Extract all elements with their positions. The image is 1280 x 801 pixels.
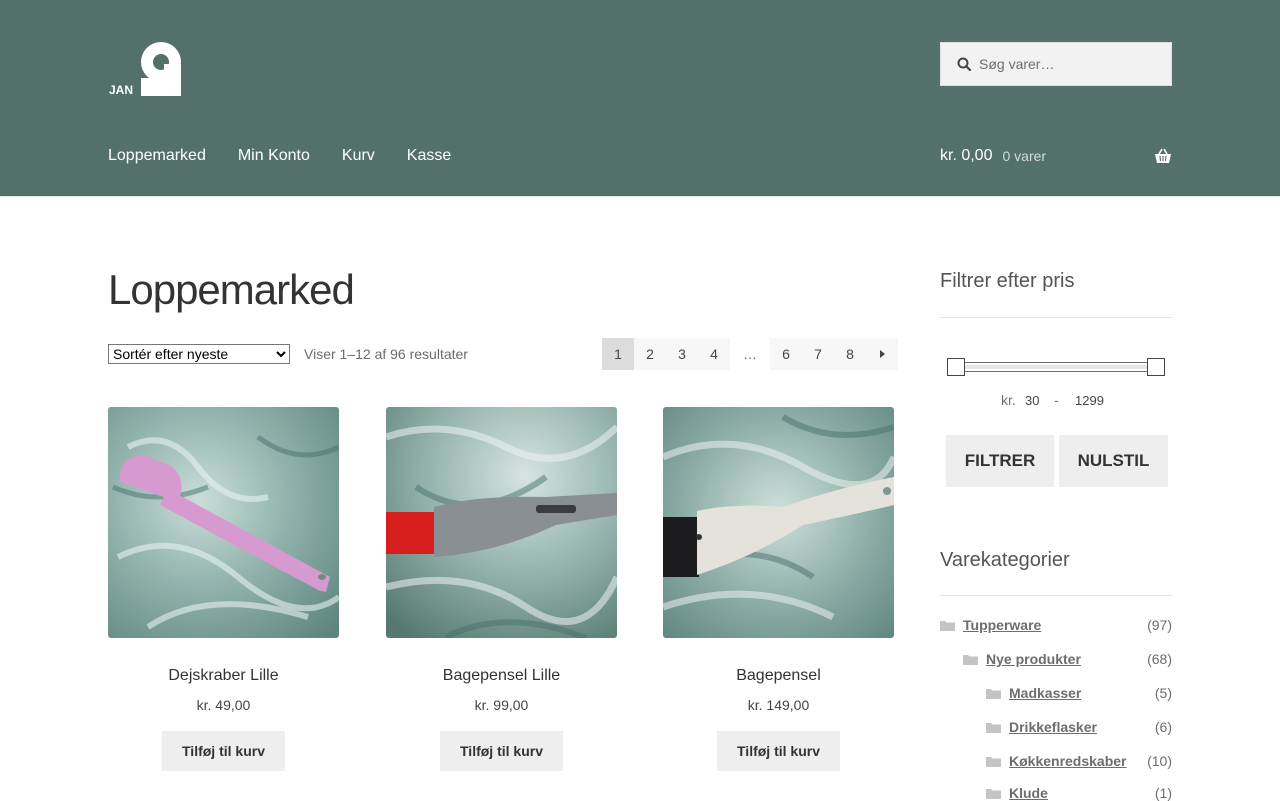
category-link-drikkeflasker[interactable]: Drikkeflasker [1009, 719, 1097, 735]
page-2[interactable]: 2 [634, 338, 666, 370]
category-count: (97) [1147, 617, 1172, 633]
result-count: Viser 1–12 af 96 resultater [304, 346, 468, 362]
product-card: Bagepensel Lille kr. 99,00 Tilføj til ku… [384, 407, 621, 771]
page-4[interactable]: 4 [698, 338, 730, 370]
product-price: kr. 149,00 [747, 697, 810, 713]
product-image-link[interactable] [661, 407, 898, 642]
category-link-madkasser[interactable]: Madkasser [1009, 685, 1081, 701]
category-link-koekkenredskaber[interactable]: Køkkenredskaber [1009, 753, 1127, 769]
product-image [108, 407, 341, 638]
category-item: Drikkeflasker (6) [986, 719, 1172, 735]
page-1: 1 [602, 338, 634, 370]
price-slider-min-handle[interactable] [947, 358, 965, 376]
page-3[interactable]: 3 [666, 338, 698, 370]
category-count: (6) [1154, 719, 1172, 735]
add-to-cart-button[interactable]: Tilføj til kurv [162, 731, 285, 771]
sort-select[interactable]: Sortér efter nyeste [108, 344, 290, 364]
folder-icon [963, 654, 978, 665]
product-title[interactable]: Dejskraber Lille [108, 667, 339, 685]
product-card: Bagepensel kr. 149,00 Tilføj til kurv [661, 407, 898, 771]
page-ellipsis: … [730, 338, 770, 370]
price-separator: - [1054, 392, 1059, 408]
basket-icon [1155, 148, 1171, 163]
category-item: Tupperware (97) [940, 617, 1172, 633]
category-count: (5) [1154, 685, 1172, 701]
price-slider-range [956, 365, 1156, 369]
widget-divider [940, 317, 1172, 318]
category-link-nye-produkter[interactable]: Nye produkter [986, 651, 1081, 667]
category-count: (1) [1154, 785, 1172, 801]
add-to-cart-button[interactable]: Tilføj til kurv [440, 731, 563, 771]
search-icon [957, 57, 971, 71]
product-price: kr. 99,00 [474, 697, 529, 713]
nav-item-kurv[interactable]: Kurv [342, 146, 375, 166]
product-title[interactable]: Bagepensel [663, 667, 894, 685]
search-input[interactable] [979, 56, 1159, 72]
arrow-right-icon [879, 350, 885, 358]
price-slider-max-handle[interactable] [1147, 358, 1165, 376]
pagination: 1 2 3 4 … 6 7 8 [602, 338, 898, 370]
folder-icon [986, 722, 1001, 733]
primary-nav: Loppemarked Min Konto Kurv Kasse [108, 146, 483, 166]
site-logo[interactable]: JAN [108, 40, 186, 98]
price-filter-title: Filtrer efter pris [940, 270, 1075, 292]
cart-count: 0 varer [1002, 148, 1047, 164]
category-item: Madkasser (5) [986, 685, 1172, 701]
price-slider-track[interactable] [955, 362, 1157, 372]
product-image [661, 407, 898, 638]
category-link-tupperware[interactable]: Tupperware [963, 617, 1041, 633]
page-8[interactable]: 8 [834, 338, 866, 370]
widget-divider [940, 595, 1172, 596]
next-page-button[interactable] [866, 338, 898, 370]
price-currency: kr. [1001, 392, 1016, 408]
brush-bristles [663, 517, 699, 577]
product-card: Dejskraber Lille kr. 49,00 Tilføj til ku… [108, 407, 341, 771]
nav-item-kasse[interactable]: Kasse [407, 146, 451, 166]
filter-button[interactable]: FILTRER [946, 435, 1054, 487]
add-to-cart-button[interactable]: Tilføj til kurv [717, 731, 840, 771]
category-count: (68) [1147, 651, 1172, 667]
product-price: kr. 49,00 [196, 697, 251, 713]
brush-bristles [386, 512, 436, 554]
category-item: Nye produkter (68) [963, 651, 1172, 667]
logo-text: JAN [109, 83, 133, 97]
folder-icon [986, 788, 1001, 799]
page-7[interactable]: 7 [802, 338, 834, 370]
nav-item-min-konto[interactable]: Min Konto [238, 146, 310, 166]
price-min-value: 30 [1025, 393, 1040, 408]
product-image-link[interactable] [108, 407, 341, 642]
price-max-value: 1299 [1075, 393, 1104, 408]
product-title[interactable]: Bagepensel Lille [386, 667, 617, 685]
category-link-klude[interactable]: Klude [1009, 785, 1048, 801]
reset-button[interactable]: NULSTIL [1059, 435, 1168, 487]
category-item: Klude (1) [986, 785, 1172, 801]
folder-icon [986, 756, 1001, 767]
nav-item-loppemarked[interactable]: Loppemarked [108, 146, 206, 166]
categories-title: Varekategorier [940, 549, 1070, 571]
page-6[interactable]: 6 [770, 338, 802, 370]
header-cart[interactable]: kr. 0,00 0 varer [940, 146, 1172, 166]
folder-icon [986, 688, 1001, 699]
cart-amount: kr. 0,00 [940, 147, 993, 164]
site-header: JAN Loppemarked Min Konto Kurv Kasse kr.… [0, 0, 1280, 197]
page-title: Loppemarked [108, 266, 355, 313]
category-item: Køkkenredskaber (10) [986, 753, 1172, 769]
folder-icon [940, 620, 955, 631]
product-search [940, 42, 1172, 86]
product-image [384, 407, 621, 641]
category-count: (10) [1147, 753, 1172, 769]
product-image-link[interactable] [384, 407, 621, 642]
